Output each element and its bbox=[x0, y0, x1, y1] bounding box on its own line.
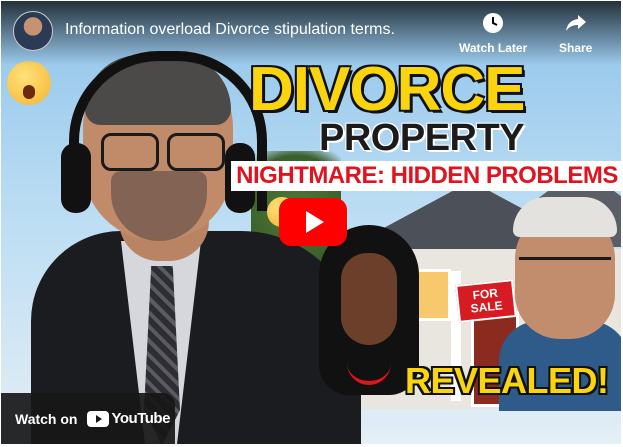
youtube-wordmark: YouTube bbox=[111, 410, 170, 427]
channel-avatar[interactable] bbox=[13, 11, 53, 51]
video-title[interactable]: Information overload Divorce stipulation… bbox=[65, 21, 395, 39]
share-label: Share bbox=[559, 41, 593, 55]
share-button[interactable]: Share bbox=[559, 11, 592, 55]
play-button[interactable] bbox=[279, 198, 347, 246]
watch-later-button[interactable]: Watch Later bbox=[459, 11, 527, 55]
youtube-embed-player[interactable]: DIVORCE PROPERTY NIGHTMARE: HIDDEN PROBL… bbox=[1, 1, 621, 444]
clock-icon bbox=[483, 13, 504, 33]
watch-later-label: Watch Later bbox=[459, 41, 528, 55]
watch-on-label: Watch on bbox=[15, 410, 78, 427]
banner-text: NIGHTMARE: HIDDEN PROBLEMS bbox=[236, 162, 618, 189]
play-icon bbox=[306, 211, 324, 233]
youtube-logo: YouTube bbox=[87, 410, 170, 427]
share-arrow-icon bbox=[565, 15, 586, 31]
headline-divorce: DIVORCE bbox=[249, 55, 525, 124]
headline-property: PROPERTY bbox=[319, 117, 525, 159]
for-sale-sign: FOR SALE bbox=[455, 279, 517, 323]
revealed-text: REVEALED! bbox=[405, 360, 609, 401]
youtube-play-icon bbox=[87, 410, 110, 427]
nightmare-banner: NIGHTMARE: HIDDEN PROBLEMS bbox=[231, 161, 621, 191]
watch-on-youtube-button[interactable]: Watch on YouTube bbox=[1, 393, 175, 444]
sign-line-2: SALE bbox=[469, 298, 504, 316]
